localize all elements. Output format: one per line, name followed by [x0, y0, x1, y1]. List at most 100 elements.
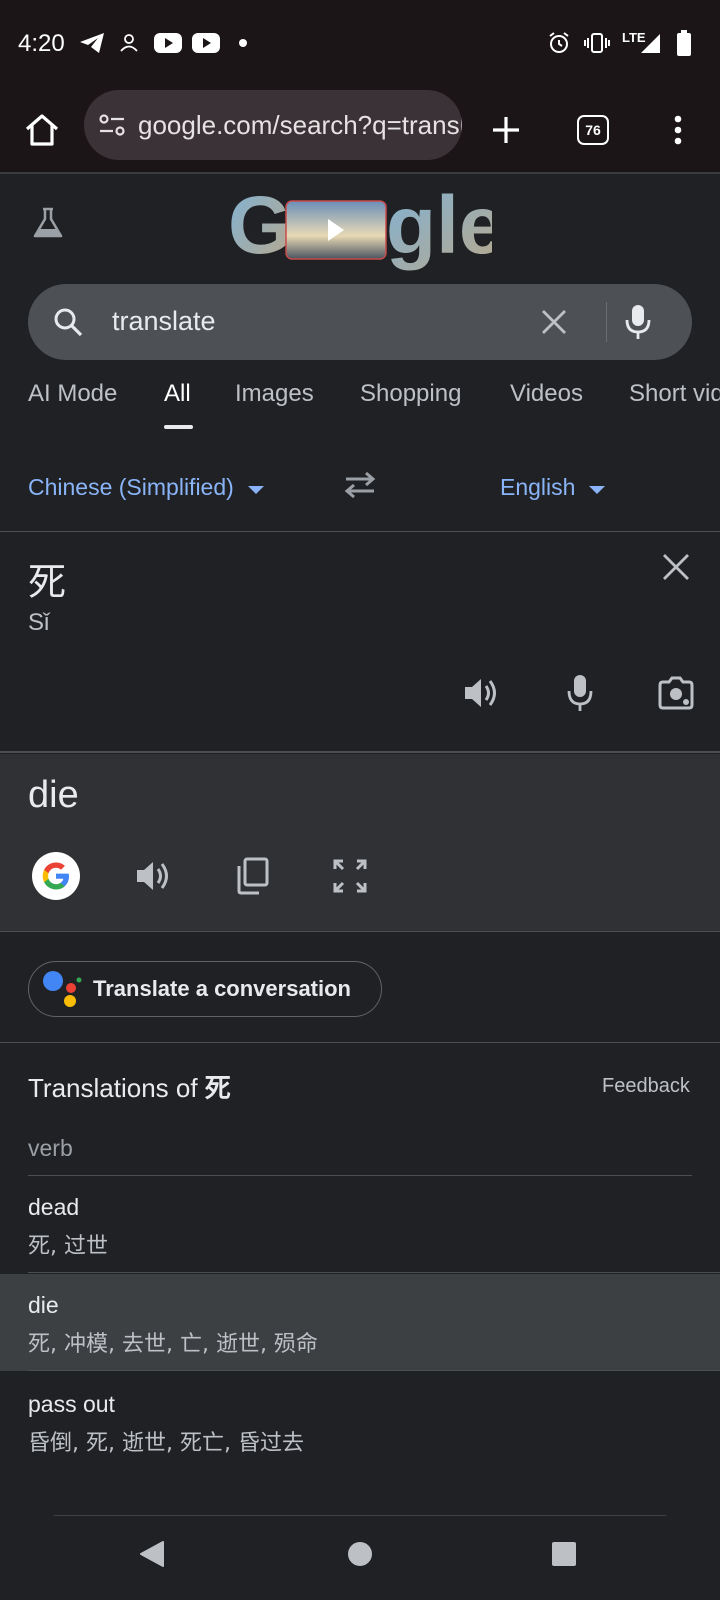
translation-synonyms: 死, 冲模, 去世, 亡, 逝世, 殒命	[28, 1332, 318, 1357]
translation-word: dead	[28, 1194, 80, 1220]
fullscreen-button[interactable]	[326, 852, 374, 900]
divider	[28, 1370, 720, 1371]
translation-result-panel: die	[0, 754, 720, 932]
feedback-link[interactable]: Feedback	[602, 1075, 690, 1098]
alarm-icon	[546, 30, 572, 56]
swap-icon	[344, 471, 376, 499]
status-bar: 4:20 LTE	[0, 0, 720, 88]
divider	[28, 1272, 720, 1273]
google-header: G gle translate AI Mode All Images Shopp…	[0, 175, 720, 440]
recents-button[interactable]	[544, 1534, 584, 1574]
vibrate-icon	[584, 30, 610, 56]
youtube-icon	[154, 30, 182, 56]
copy-translation-button[interactable]	[228, 852, 276, 900]
translation-word: die	[28, 1292, 59, 1318]
microphone-icon	[625, 305, 651, 339]
home-circle-icon	[348, 1542, 372, 1566]
language-selector-row: Chinese (Simplified) English	[0, 440, 720, 532]
target-language-dropdown[interactable]: English	[500, 474, 606, 501]
telegram-icon	[78, 30, 106, 56]
tab-images[interactable]: Images	[235, 380, 314, 408]
source-text-panel: 死 Sǐ	[0, 533, 720, 753]
tab-shopping[interactable]: Shopping	[360, 380, 461, 408]
lens-camera-icon	[658, 676, 694, 710]
youtube-icon	[192, 30, 220, 56]
part-of-speech-label: verb	[28, 1135, 73, 1161]
target-language-label: English	[500, 474, 576, 500]
tab-videos[interactable]: Videos	[510, 380, 583, 408]
expand-icon	[333, 859, 367, 893]
browser-toolbar: google.com/search?q=translate 76	[0, 88, 720, 174]
microphone-icon	[567, 675, 593, 711]
translations-heading-word: 死	[204, 1074, 231, 1104]
source-pinyin: Sǐ	[28, 609, 50, 636]
home-nav-button[interactable]	[340, 1534, 380, 1574]
dropdown-arrow-icon	[589, 485, 606, 494]
search-tabs: AI Mode All Images Shopping Videos Short…	[0, 380, 720, 440]
source-text-input[interactable]: 死	[28, 551, 66, 606]
url-bar[interactable]: google.com/search?q=translate	[84, 90, 462, 160]
svg-text:G: G	[228, 185, 292, 271]
search-bar[interactable]: translate	[28, 284, 692, 360]
close-icon	[542, 310, 566, 334]
translate-conversation-button[interactable]: Translate a conversation	[28, 961, 382, 1017]
new-tab-button[interactable]	[480, 104, 532, 156]
voice-input-button[interactable]	[556, 669, 604, 717]
tab-switcher-button[interactable]: 76	[567, 104, 619, 156]
speaker-icon	[465, 679, 496, 707]
clear-search-button[interactable]	[536, 304, 572, 340]
copy-icon	[237, 857, 269, 895]
google-assistant-icon	[43, 971, 82, 1007]
translation-synonyms: 死, 过世	[28, 1234, 108, 1259]
dropdown-arrow-icon	[247, 485, 264, 494]
swap-languages-button[interactable]	[336, 462, 384, 508]
close-icon	[663, 554, 689, 580]
notification-dot-icon	[238, 30, 248, 56]
person-icon	[117, 30, 141, 56]
translations-heading-text: Translations of	[28, 1073, 198, 1103]
tab-count: 76	[577, 115, 609, 145]
search-divider	[606, 302, 607, 342]
url-text: google.com/search?q=translate	[138, 109, 462, 140]
google-doodle-logo[interactable]: G gle	[228, 185, 492, 275]
back-triangle-icon	[140, 1541, 164, 1567]
translation-result-text: die	[28, 774, 79, 816]
home-button[interactable]	[16, 104, 68, 156]
search-icon	[50, 304, 86, 340]
system-navigation-bar	[0, 1516, 720, 1600]
clear-source-button[interactable]	[656, 547, 696, 587]
listen-translation-button[interactable]	[130, 852, 178, 900]
overflow-menu-button[interactable]	[652, 104, 704, 156]
more-vert-icon	[674, 115, 682, 145]
battery-icon	[675, 30, 693, 56]
google-icon[interactable]	[32, 852, 80, 900]
back-button[interactable]	[132, 1534, 172, 1574]
labs-icon[interactable]	[28, 203, 68, 243]
tab-short-videos[interactable]: Short videos	[629, 380, 720, 408]
tab-ai-mode[interactable]: AI Mode	[28, 380, 117, 408]
translations-heading: Translations of 死	[28, 1068, 231, 1105]
translation-entry[interactable]: dead 死, 过世	[0, 1176, 720, 1273]
status-time: 4:20	[18, 30, 65, 57]
signal-icon	[638, 30, 662, 56]
translation-entry[interactable]: pass out 昏倒, 死, 逝世, 死亡, 昏过去	[0, 1373, 720, 1470]
voice-search-button[interactable]	[618, 302, 658, 342]
speaker-icon	[137, 862, 168, 890]
source-language-dropdown[interactable]: Chinese (Simplified)	[28, 474, 264, 501]
translation-word: pass out	[28, 1391, 115, 1417]
recents-square-icon	[552, 1542, 576, 1566]
camera-translate-button[interactable]	[652, 669, 700, 717]
translation-entry[interactable]: die 死, 冲模, 去世, 亡, 逝世, 殒命	[0, 1274, 720, 1371]
source-language-label: Chinese (Simplified)	[28, 474, 234, 500]
search-input[interactable]: translate	[112, 306, 216, 337]
plus-icon	[493, 117, 519, 143]
translation-synonyms: 昏倒, 死, 逝世, 死亡, 昏过去	[28, 1431, 304, 1456]
active-tab-indicator	[164, 425, 193, 429]
svg-text:gle: gle	[386, 185, 492, 271]
translate-conversation-label: Translate a conversation	[93, 976, 351, 1001]
conversation-section: Translate a conversation	[0, 933, 720, 1043]
home-icon	[25, 114, 59, 146]
listen-source-button[interactable]	[458, 669, 506, 717]
site-settings-icon[interactable]	[98, 113, 126, 137]
tab-all[interactable]: All	[164, 380, 191, 408]
